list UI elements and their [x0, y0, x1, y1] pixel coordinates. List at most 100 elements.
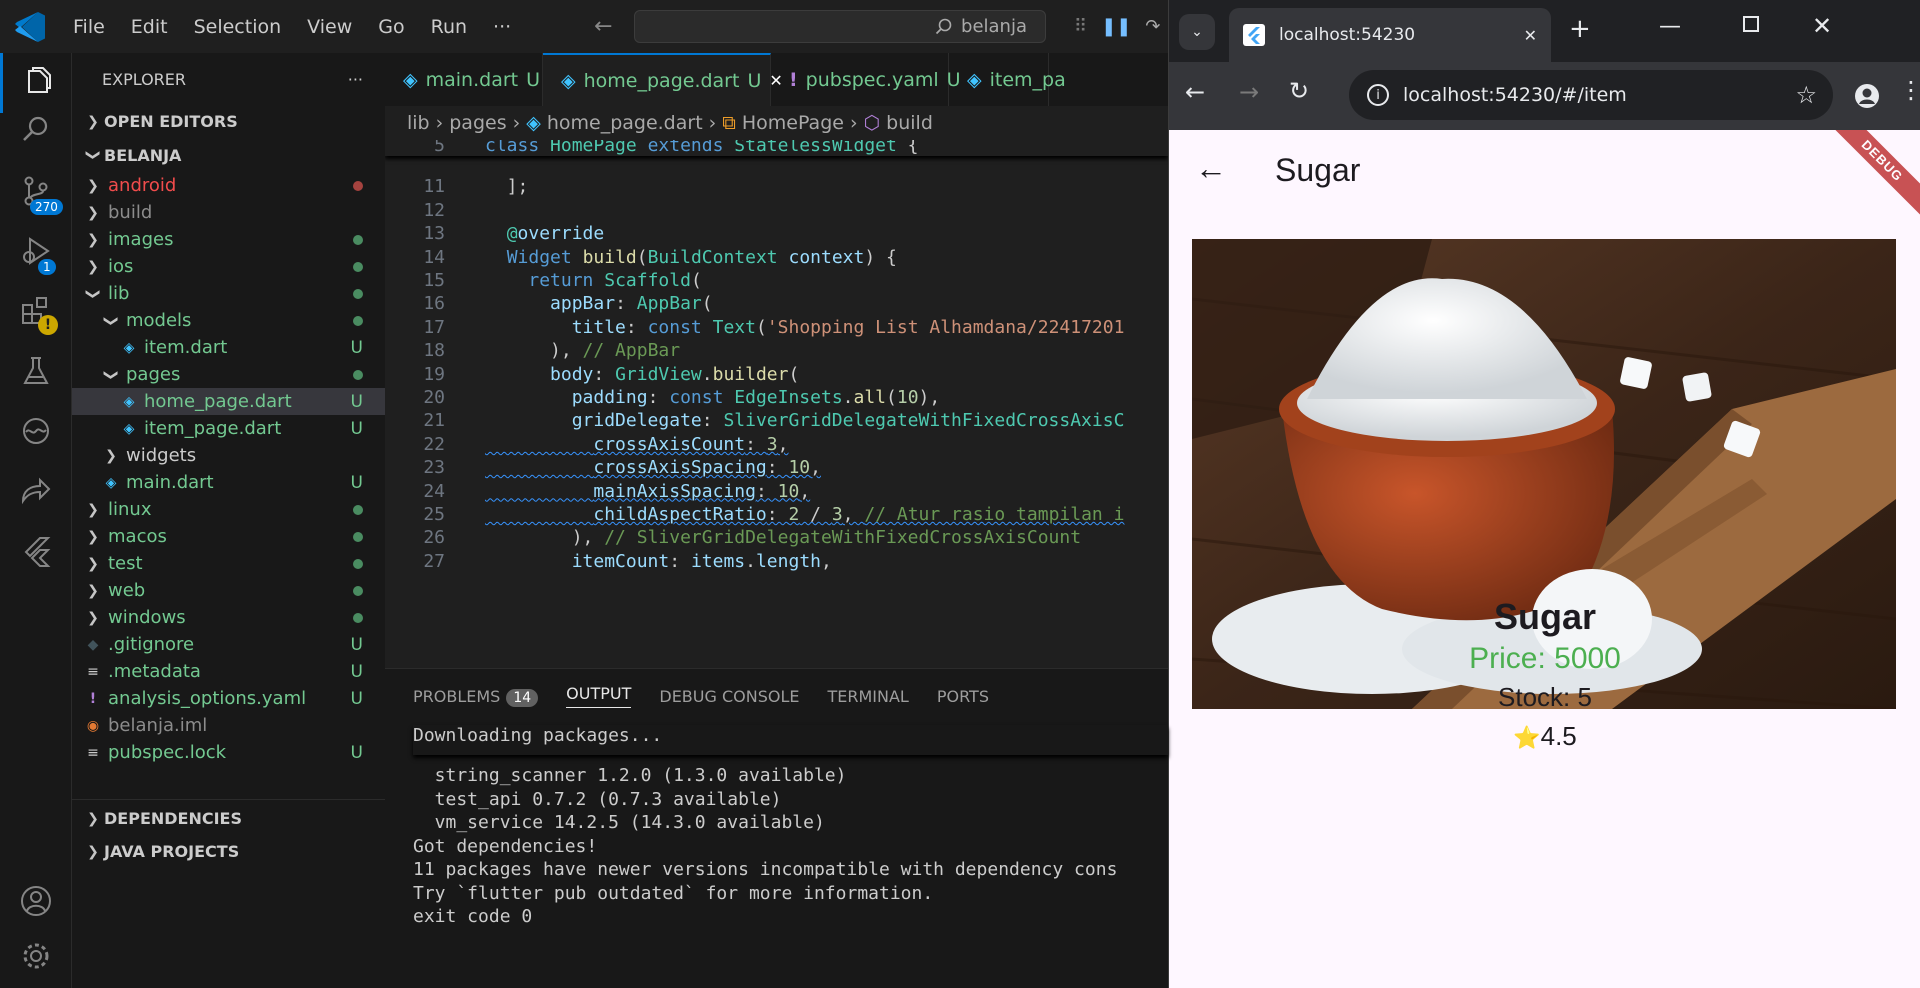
- git-status-badge: U: [350, 634, 363, 655]
- tree-item[interactable]: ❯ linux: [72, 496, 385, 523]
- menu-run[interactable]: Run: [418, 16, 480, 38]
- menu-edit[interactable]: Edit: [118, 16, 181, 38]
- tree-item[interactable]: ❯ windows: [72, 604, 385, 631]
- menu-file[interactable]: File: [60, 16, 118, 38]
- menu-selection[interactable]: Selection: [181, 16, 295, 38]
- status-dot: [353, 558, 363, 569]
- git-status-badge: U: [350, 337, 363, 358]
- menu-more[interactable]: ···: [480, 16, 524, 38]
- menu-view[interactable]: View: [294, 16, 365, 38]
- open-editors-section[interactable]: ❯ OPEN EDITORS: [72, 105, 385, 138]
- browser-window: ⌄ localhost:54230 ✕ + — ✕ ← → ↻ i localh…: [1168, 0, 1920, 988]
- tree-item[interactable]: ! analysis_options.yaml U: [72, 685, 385, 712]
- tree-item[interactable]: ❯ test: [72, 550, 385, 577]
- tree-item[interactable]: ❯ web: [72, 577, 385, 604]
- code-editor[interactable]: 5 class HomePage extends StatelessWidget …: [385, 140, 1168, 668]
- menu-go[interactable]: Go: [365, 16, 417, 38]
- dependencies-section[interactable]: ❯ DEPENDENCIES: [72, 802, 385, 835]
- close-window-icon[interactable]: ✕: [1812, 12, 1832, 40]
- flutter-activity-icon[interactable]: [0, 521, 72, 581]
- breadcrumb-item[interactable]: lib: [407, 112, 430, 134]
- tree-item[interactable]: ◈ home_page.dart U: [72, 388, 385, 415]
- command-center-search[interactable]: belanja: [634, 10, 1046, 43]
- tab-status: U: [526, 68, 541, 91]
- profile-icon[interactable]: [1854, 83, 1880, 109]
- settings-gear-icon[interactable]: [0, 926, 72, 986]
- breadcrumb-item[interactable]: home_page.dart: [547, 112, 703, 134]
- panel-tab-ports[interactable]: PORTS: [937, 687, 989, 706]
- step-over-icon[interactable]: ↷: [1145, 16, 1160, 37]
- tab-main-dart[interactable]: ◈ main.dart U: [385, 53, 543, 106]
- tab-home-page-dart[interactable]: ◈ home_page.dart U ✕: [543, 53, 783, 106]
- bookmark-star-icon[interactable]: ☆: [1795, 81, 1817, 109]
- tree-item[interactable]: ◆ .gitignore U: [72, 631, 385, 658]
- star-icon: ⭐: [1513, 725, 1541, 750]
- tree-item[interactable]: ❯ android: [72, 172, 385, 199]
- new-tab-icon[interactable]: +: [1569, 14, 1591, 44]
- tab-label: home_page.dart: [583, 69, 740, 92]
- tree-item[interactable]: ❯ build: [72, 199, 385, 226]
- tree-item[interactable]: ❯ macos: [72, 523, 385, 550]
- close-tab-icon[interactable]: ✕: [1524, 26, 1537, 45]
- drag-handle-icon[interactable]: ⠿: [1074, 16, 1087, 37]
- tree-item[interactable]: ◈ item_page.dart U: [72, 415, 385, 442]
- source-control-activity-icon[interactable]: 270: [0, 161, 72, 221]
- chevron-right-icon: ❯: [87, 810, 99, 827]
- flutter-favicon-icon: [1243, 24, 1265, 46]
- maximize-icon[interactable]: [1743, 16, 1759, 32]
- panel-tab-terminal[interactable]: TERMINAL: [827, 687, 908, 706]
- tree-item[interactable]: ❯ widgets: [72, 442, 385, 469]
- explorer-more-actions[interactable]: ···: [348, 70, 363, 89]
- browser-back-icon[interactable]: ←: [1185, 78, 1205, 106]
- code-line: 21 gridDelegate: SliverGridDelegateWithF…: [385, 409, 1168, 432]
- tree-item[interactable]: ≡ pubspec.lock U: [72, 739, 385, 766]
- chevron-right-icon: ›: [849, 112, 858, 134]
- tree-item[interactable]: ❯ models: [72, 307, 385, 334]
- live-share-activity-icon[interactable]: [0, 461, 72, 521]
- panel-tab-output[interactable]: OUTPUT: [566, 684, 632, 708]
- browser-tab[interactable]: localhost:54230 ✕: [1229, 8, 1551, 62]
- iml-file-icon: ◉: [86, 717, 100, 734]
- output-line: string_scanner 1.2.0 (1.3.0 available): [413, 765, 847, 786]
- tree-item[interactable]: ❯ lib: [72, 280, 385, 307]
- panel-tab-problems[interactable]: PROBLEMS 14: [413, 687, 539, 707]
- breadcrumb-item[interactable]: HomePage: [742, 112, 844, 134]
- output-line: 11 packages have newer versions incompat…: [413, 859, 1118, 880]
- browser-menu-icon[interactable]: ⋮: [1899, 76, 1920, 104]
- address-bar[interactable]: i localhost:54230/#/item ☆: [1349, 70, 1833, 120]
- chevron-right-icon: ❯: [87, 501, 99, 518]
- tree-item-label: linux: [108, 499, 152, 520]
- tab-item-page-dart[interactable]: ◈ item_pa: [949, 53, 1066, 106]
- tree-item[interactable]: ◉ belanja.iml: [72, 712, 385, 739]
- tree-item[interactable]: ◈ main.dart U: [72, 469, 385, 496]
- tree-item[interactable]: ❯ ios: [72, 253, 385, 280]
- extensions-activity-icon[interactable]: !: [0, 281, 72, 341]
- search-activity-icon[interactable]: [0, 100, 72, 160]
- tab-search-icon[interactable]: ⌄: [1179, 14, 1215, 50]
- code-line: 24 mainAxisSpacing: 10,: [385, 480, 1168, 503]
- account-activity-icon[interactable]: [0, 871, 72, 931]
- browser-forward-icon[interactable]: →: [1239, 78, 1259, 106]
- app-back-arrow-icon[interactable]: ←: [1195, 150, 1227, 187]
- tree-item[interactable]: ◈ item.dart U: [72, 334, 385, 361]
- yaml-file-icon: !: [89, 690, 97, 707]
- breadcrumb-item[interactable]: build: [886, 112, 933, 134]
- project-section[interactable]: ❯ BELANJA: [72, 138, 385, 172]
- tree-item[interactable]: ❯ images: [72, 226, 385, 253]
- reload-icon[interactable]: ↻: [1289, 77, 1309, 105]
- site-info-icon[interactable]: i: [1367, 84, 1389, 106]
- remote-explorer-activity-icon[interactable]: [0, 401, 72, 461]
- testing-activity-icon[interactable]: [0, 341, 72, 401]
- nav-back-icon[interactable]: ←: [594, 14, 612, 39]
- tree-item-label: analysis_options.yaml: [108, 688, 307, 709]
- panel-tab-debug-console[interactable]: DEBUG CONSOLE: [659, 687, 799, 706]
- java-projects-section[interactable]: ❯ JAVA PROJECTS: [72, 835, 385, 868]
- pause-icon[interactable]: ❚❚: [1101, 16, 1131, 37]
- breadcrumb-item[interactable]: pages: [449, 112, 506, 134]
- tab-pubspec-yaml[interactable]: ! pubspec.yaml U: [771, 53, 961, 106]
- tree-item[interactable]: ❯ pages: [72, 361, 385, 388]
- run-debug-activity-icon[interactable]: 1: [0, 221, 72, 281]
- minimize-icon[interactable]: —: [1659, 14, 1681, 39]
- product-name: Sugar: [1493, 596, 1597, 637]
- tree-item[interactable]: ≡ .metadata U: [72, 658, 385, 685]
